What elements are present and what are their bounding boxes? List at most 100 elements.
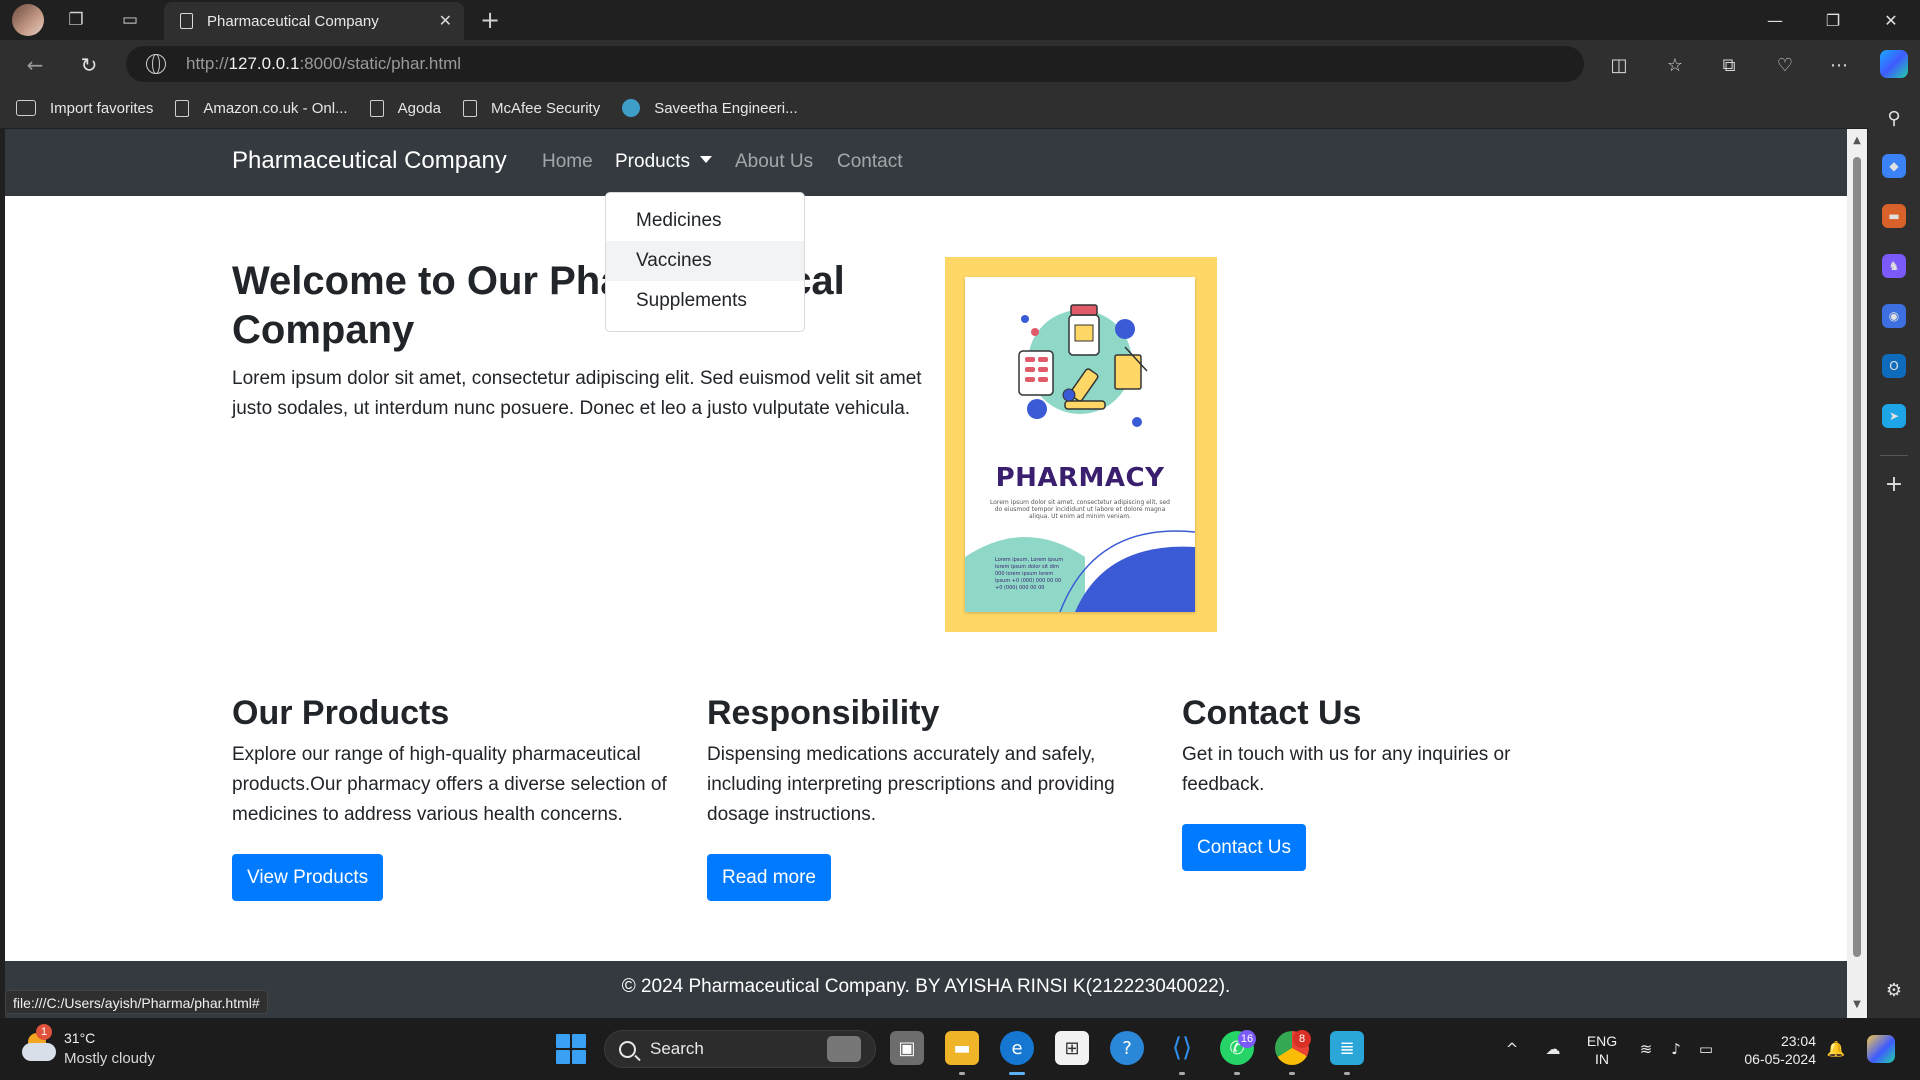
windows-start-icon[interactable] (556, 1034, 586, 1064)
caret-down-icon (699, 156, 712, 163)
hero-text: Lorem ipsum dolor sit amet, consectetur … (232, 368, 922, 419)
nav-home[interactable]: Home (542, 151, 593, 173)
tools-icon[interactable]: ▬ (1882, 204, 1906, 228)
section-text: Dispensing medications accurately and sa… (707, 744, 1115, 825)
url-protocol: http:// (186, 54, 229, 73)
edge-browser-icon[interactable]: e (1000, 1031, 1034, 1065)
dropdown-item-medicines[interactable]: Medicines (606, 201, 804, 241)
sidebar-settings-icon[interactable]: ⚙ (1882, 978, 1906, 1002)
add-app-icon[interactable]: + (1882, 472, 1906, 497)
weather-description[interactable]: Mostly cloudy (64, 1050, 155, 1067)
collections-icon[interactable]: ⧉ (1714, 50, 1744, 80)
profile-avatar[interactable] (12, 4, 44, 36)
favorite-saveetha[interactable]: Saveetha Engineeri... (622, 99, 798, 117)
tab-title: Pharmaceutical Company (207, 12, 379, 30)
help-icon[interactable]: ? (1110, 1031, 1144, 1065)
contact-us-button[interactable]: Contact Us (1182, 824, 1306, 871)
url-host: 127.0.0.1 (228, 54, 300, 73)
task-view-icon[interactable]: ▣ (890, 1031, 924, 1065)
favorite-label: Import favorites (50, 99, 154, 117)
section-title: Our Products (232, 694, 450, 732)
nav-about[interactable]: About Us (735, 151, 813, 173)
microsoft365-icon[interactable]: ◉ (1882, 304, 1906, 328)
dropdown-item-supplements[interactable]: Supplements (606, 281, 804, 321)
weather-temperature[interactable]: 31°C (64, 1030, 95, 1046)
taskbar-search[interactable]: Search (604, 1030, 876, 1068)
close-window-icon[interactable]: ✕ (1862, 0, 1920, 40)
back-icon[interactable]: ← (20, 50, 50, 80)
clock-time: 23:04 (1780, 1033, 1816, 1049)
more-menu-icon[interactable]: ⋯ (1824, 50, 1854, 80)
onedrive-icon[interactable]: ☁ (1540, 1018, 1566, 1080)
chrome-badge: 8 (1293, 1030, 1311, 1048)
section-title: Responsibility (707, 694, 940, 732)
vscode-icon[interactable]: ⟨⟩ (1165, 1031, 1199, 1065)
favorite-label: Amazon.co.uk - Onl... (203, 99, 348, 117)
read-more-button[interactable]: Read more (707, 854, 831, 901)
dropdown-item-vaccines[interactable]: Vaccines (606, 241, 804, 281)
page-icon (180, 13, 193, 29)
favorite-agoda[interactable]: Agoda (369, 99, 441, 117)
microsoft-store-icon[interactable]: ⊞ (1055, 1031, 1089, 1065)
section-contact: Contact Us Get in touch with us for any … (1182, 692, 1582, 800)
scroll-up-icon[interactable]: ▲ (1851, 135, 1863, 146)
sidebar-divider (1880, 455, 1908, 456)
close-tab-icon[interactable]: ✕ (439, 11, 452, 31)
outlook-icon[interactable]: O (1882, 354, 1906, 378)
browser-essentials-icon[interactable]: ♡ (1770, 50, 1800, 80)
scrollbar-thumb[interactable] (1853, 157, 1861, 957)
notification-bell-icon[interactable]: 🔔 (1824, 1018, 1848, 1080)
favorites-star-icon[interactable]: ☆ (1660, 50, 1690, 80)
browser-tab[interactable]: Pharmaceutical Company ✕ (164, 2, 464, 40)
cloud-shape (22, 1043, 56, 1061)
nav-contact[interactable]: Contact (837, 151, 902, 173)
taskbar-search-label: Search (650, 1039, 704, 1058)
battery-icon[interactable]: ▭ (1694, 1018, 1718, 1080)
running-indicator (1234, 1072, 1240, 1075)
running-indicator (1344, 1072, 1350, 1075)
language-code: ENG (1586, 1033, 1618, 1049)
new-tab-icon[interactable]: + (476, 6, 504, 34)
split-screen-icon[interactable]: ◫ (1604, 50, 1634, 80)
link-status-url: file:///C:/Users/ayish/Pharma/phar.html# (5, 990, 268, 1014)
system-clock[interactable]: 23:04 06-05-2024 (1730, 1032, 1816, 1068)
weather-badge: 1 (36, 1024, 52, 1040)
site-brand[interactable]: Pharmaceutical Company (232, 147, 507, 175)
shopping-tag-icon[interactable]: ◆ (1882, 154, 1906, 178)
favorite-import[interactable]: Import favorites (16, 100, 153, 117)
copilot-icon[interactable] (1880, 50, 1908, 78)
file-explorer-icon[interactable]: ▬ (945, 1031, 979, 1065)
favorite-label: McAfee Security (490, 99, 601, 117)
volume-icon[interactable]: ♪ (1664, 1018, 1688, 1080)
minimize-icon[interactable]: — (1746, 0, 1804, 40)
language-indicator[interactable]: ENG IN (1584, 1032, 1620, 1068)
copilot-taskbar-icon[interactable] (1864, 1018, 1898, 1080)
search-icon[interactable]: ⚲ (1882, 106, 1906, 130)
favorite-amazon[interactable]: Amazon.co.uk - Onl... (175, 99, 348, 117)
restore-icon[interactable]: ❐ (1804, 0, 1862, 40)
site-footer: © 2024 Pharmaceutical Company. BY AYISHA… (5, 961, 1847, 1018)
nav-products[interactable]: Products (615, 151, 712, 173)
drop-send-icon[interactable]: ➤ (1882, 404, 1906, 428)
page-scrollbar[interactable]: ▲ ▼ (1847, 129, 1867, 1018)
section-products: Our Products Explore our range of high-q… (232, 692, 682, 830)
refresh-icon[interactable]: ↻ (74, 50, 104, 80)
games-icon[interactable]: ♞ (1882, 254, 1906, 278)
favorite-label: Saveetha Engineeri... (654, 99, 798, 117)
view-products-button[interactable]: View Products (232, 854, 384, 901)
import-icon (16, 100, 36, 116)
wifi-icon[interactable]: ≋ (1634, 1018, 1658, 1080)
url-input[interactable]: http://127.0.0.1:8000/static/phar.html (126, 46, 1584, 82)
scroll-down-icon[interactable]: ▼ (1851, 999, 1863, 1010)
notepad-icon[interactable]: ≣ (1330, 1031, 1364, 1065)
running-indicator (1179, 1072, 1185, 1075)
favorite-mcafee[interactable]: McAfee Security (462, 99, 601, 117)
tab-actions-icon[interactable]: ▭ (116, 6, 144, 34)
poster-title: PHARMACY (995, 463, 1165, 493)
poster-contact-text: Lorem ipsum, Lorem ipsum lorem ipsum dol… (995, 557, 1064, 591)
pharmacy-poster-image: PHARMACY Lorem ipsum dolor sit amet, con… (945, 257, 1217, 632)
clock-date: 06-05-2024 (1744, 1051, 1816, 1067)
show-hidden-icons-chevron-up-icon[interactable]: ^ (1500, 1018, 1524, 1080)
products-dropdown-menu: Medicines Vaccines Supplements (605, 192, 805, 332)
workspaces-icon[interactable]: ❐ (62, 6, 90, 34)
